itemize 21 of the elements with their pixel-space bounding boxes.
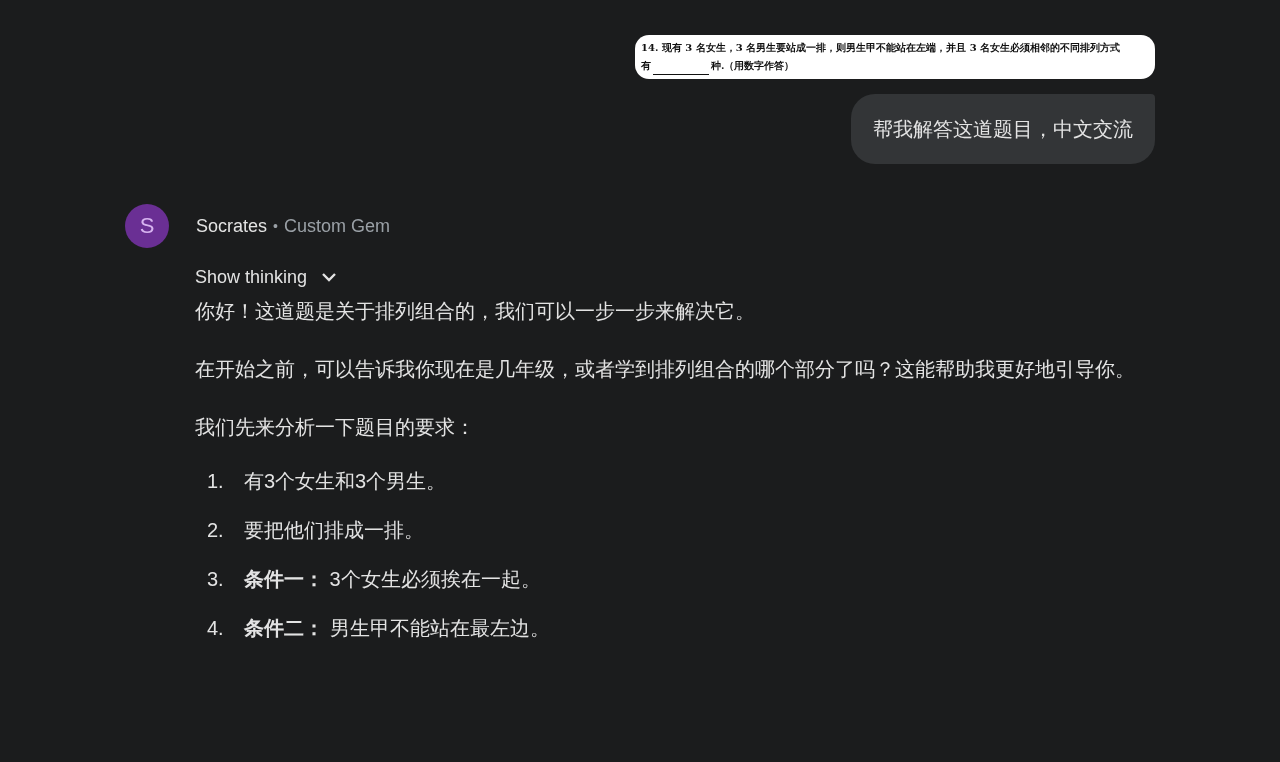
- show-thinking-button[interactable]: Show thinking: [195, 262, 338, 292]
- question-text: 种.（用数字作答）: [711, 59, 795, 73]
- list-item-text: 条件二： 男生甲不能站在最左边。: [244, 616, 550, 641]
- question-text: 14. 现有 3 名女生，3 名男生要站成一排，则男生甲不能站在左端，并且 3 名女生必须相邻的不同排列方式: [641, 41, 1122, 55]
- author-name: Socrates: [196, 215, 268, 237]
- paragraph: 我们先来分析一下题目的要求：: [195, 415, 476, 440]
- list-item-text: 要把他们排成一排。: [244, 518, 424, 543]
- list-number: 3.: [207, 567, 225, 592]
- list-number: 4.: [207, 616, 225, 641]
- separator-dot: •: [273, 218, 278, 234]
- list-number: 2.: [207, 518, 225, 543]
- author-subtitle: Custom Gem: [283, 215, 390, 237]
- list-number: 1.: [207, 469, 225, 494]
- paragraph: 在开始之前，可以告诉我你现在是几年级，或者学到排列组合的哪个部分了吗？这能帮助我更好地引导你。: [195, 357, 1136, 382]
- avatar: S: [125, 204, 169, 248]
- paragraph: 你好！这道题是关于排列组合的，我们可以一步一步来解决它。: [195, 299, 756, 324]
- chevron-icon: [321, 272, 338, 282]
- user-message: 帮我解答这道题目，中文交流: [851, 94, 1155, 164]
- list-item-text: 条件一： 3个女生必须挨在一起。: [244, 567, 541, 592]
- list-item-text: 有3个女生和3个男生。: [244, 469, 447, 494]
- question-text: 有: [641, 59, 651, 73]
